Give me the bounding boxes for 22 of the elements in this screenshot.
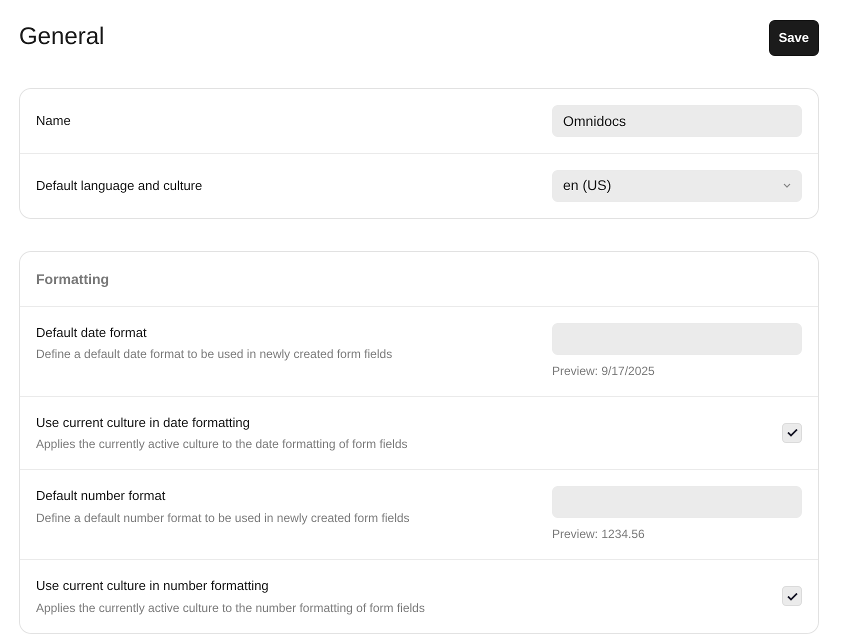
text-field[interactable]: Omnidocs xyxy=(552,104,802,136)
checkmark-icon xyxy=(786,428,798,438)
setting-label: Default date format xyxy=(36,324,148,342)
setting-description: Applies the currently active culture to the date formatting of form fields xyxy=(36,436,408,453)
checkbox[interactable] xyxy=(782,422,802,443)
setting-label: Name xyxy=(36,112,71,130)
section-heading: Formatting xyxy=(35,270,110,289)
checkmark-icon xyxy=(786,592,798,601)
select-dropdown[interactable]: en (US) xyxy=(552,170,802,202)
preview-text: Preview: 1234.56 xyxy=(552,526,646,543)
setting-description: Applies the currently active culture to the number formatting of form fields xyxy=(36,600,425,616)
setting-label: Use current culture in number formatting xyxy=(36,577,270,595)
save-button[interactable]: Save xyxy=(768,20,819,56)
checkbox[interactable] xyxy=(782,586,802,606)
chevron-down-icon xyxy=(783,183,791,188)
preview-text: Preview: 9/17/2025 xyxy=(552,362,656,380)
setting-description: Define a default number format to be used in newly created form fields xyxy=(36,510,410,526)
setting-label: Default number format xyxy=(36,487,166,505)
setting-label: Use current culture in date formatting xyxy=(36,414,251,432)
setting-label: Default language and culture xyxy=(36,176,202,195)
page-title: General xyxy=(19,23,104,52)
setting-description: Define a default date format to be used in newly created form fields xyxy=(36,346,392,363)
